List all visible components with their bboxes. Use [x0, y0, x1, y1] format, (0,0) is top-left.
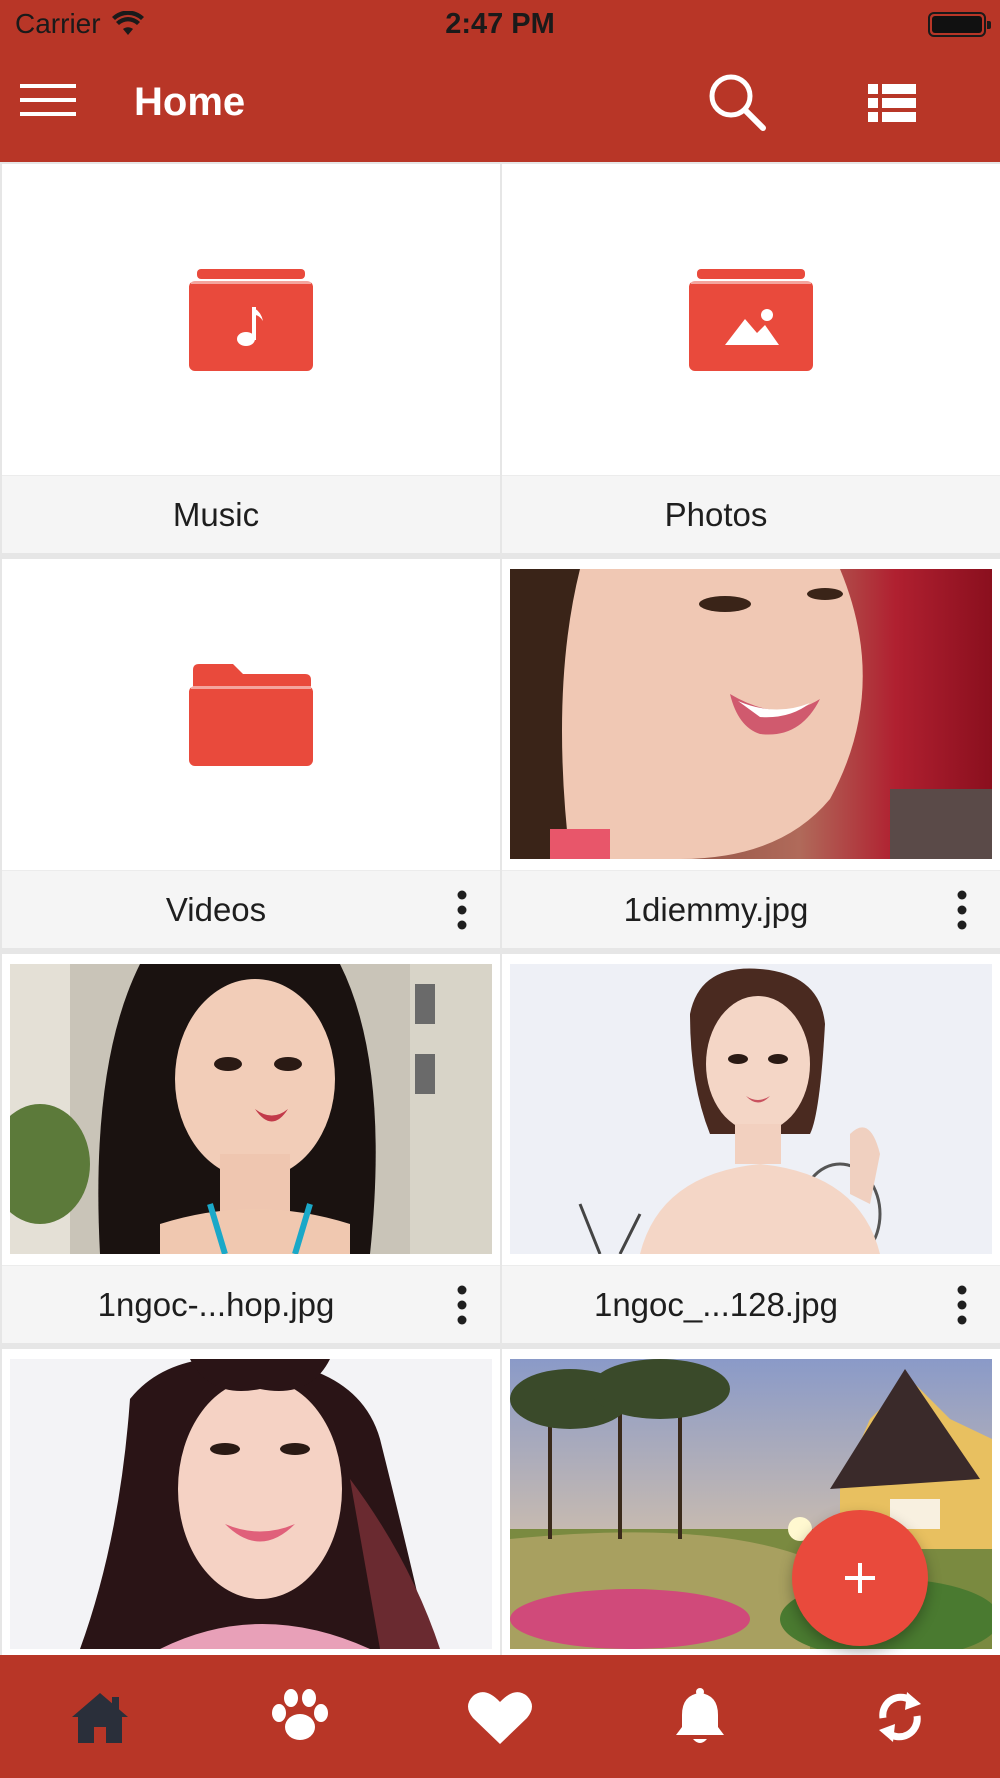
app-bar: Home	[0, 50, 1000, 162]
list-view-icon[interactable]	[862, 74, 922, 134]
page-title: Home	[134, 80, 246, 124]
status-bar: Carrier 2:47 PM	[0, 0, 1000, 50]
folder-icon	[189, 663, 313, 766]
file-grid: Music Photos Videos 1diemmy.jpg 1ngoc-..…	[0, 162, 1000, 1655]
file-thumbnail-partial[interactable]	[2, 1349, 500, 1655]
folder-music[interactable]: Music	[2, 164, 500, 553]
image-thumbnail	[510, 569, 992, 859]
tab-home[interactable]	[0, 1655, 200, 1778]
more-options-icon[interactable]	[448, 887, 476, 933]
search-icon[interactable]	[705, 70, 769, 134]
file-1diemmy[interactable]: 1diemmy.jpg	[502, 559, 1000, 948]
tab-notifications[interactable]	[600, 1655, 800, 1778]
folder-photos[interactable]: Photos	[502, 164, 1000, 553]
file-1ngoc-hop[interactable]: 1ngoc-...hop.jpg	[2, 954, 500, 1343]
status-time: 2:47 PM	[445, 8, 555, 40]
image-thumbnail	[10, 1359, 492, 1649]
hamburger-icon[interactable]	[20, 78, 76, 122]
tab-favorites[interactable]	[400, 1655, 600, 1778]
home-icon	[72, 1692, 128, 1743]
battery-icon	[928, 12, 991, 37]
file-thumbnail-partial[interactable]	[502, 1349, 1000, 1655]
folder-videos[interactable]: Videos	[2, 559, 500, 948]
file-1ngoc-128[interactable]: 1ngoc_...128.jpg	[502, 954, 1000, 1343]
more-options-icon[interactable]	[948, 887, 976, 933]
photos-folder-icon	[689, 268, 813, 371]
file-name: 1diemmy.jpg	[623, 891, 809, 928]
add-button[interactable]	[792, 1510, 928, 1646]
image-thumbnail	[10, 964, 492, 1254]
file-name: 1ngoc_...128.jpg	[593, 1286, 839, 1323]
sync-icon	[879, 1691, 921, 1742]
more-options-icon[interactable]	[448, 1282, 476, 1328]
image-thumbnail	[510, 964, 992, 1254]
folder-name: Photos	[664, 496, 768, 533]
folder-name: Music	[172, 496, 260, 533]
bottom-tab-bar	[0, 1655, 1000, 1778]
tab-sync[interactable]	[800, 1655, 1000, 1778]
file-name: 1ngoc-...hop.jpg	[97, 1286, 335, 1323]
folder-name: Videos	[165, 891, 267, 928]
tab-paw[interactable]	[200, 1655, 400, 1778]
heart-icon	[468, 1691, 532, 1744]
music-folder-icon	[189, 268, 313, 371]
paw-icon	[272, 1688, 328, 1740]
plus-icon	[845, 1563, 875, 1593]
bell-icon	[676, 1687, 724, 1743]
more-options-icon[interactable]	[948, 1282, 976, 1328]
